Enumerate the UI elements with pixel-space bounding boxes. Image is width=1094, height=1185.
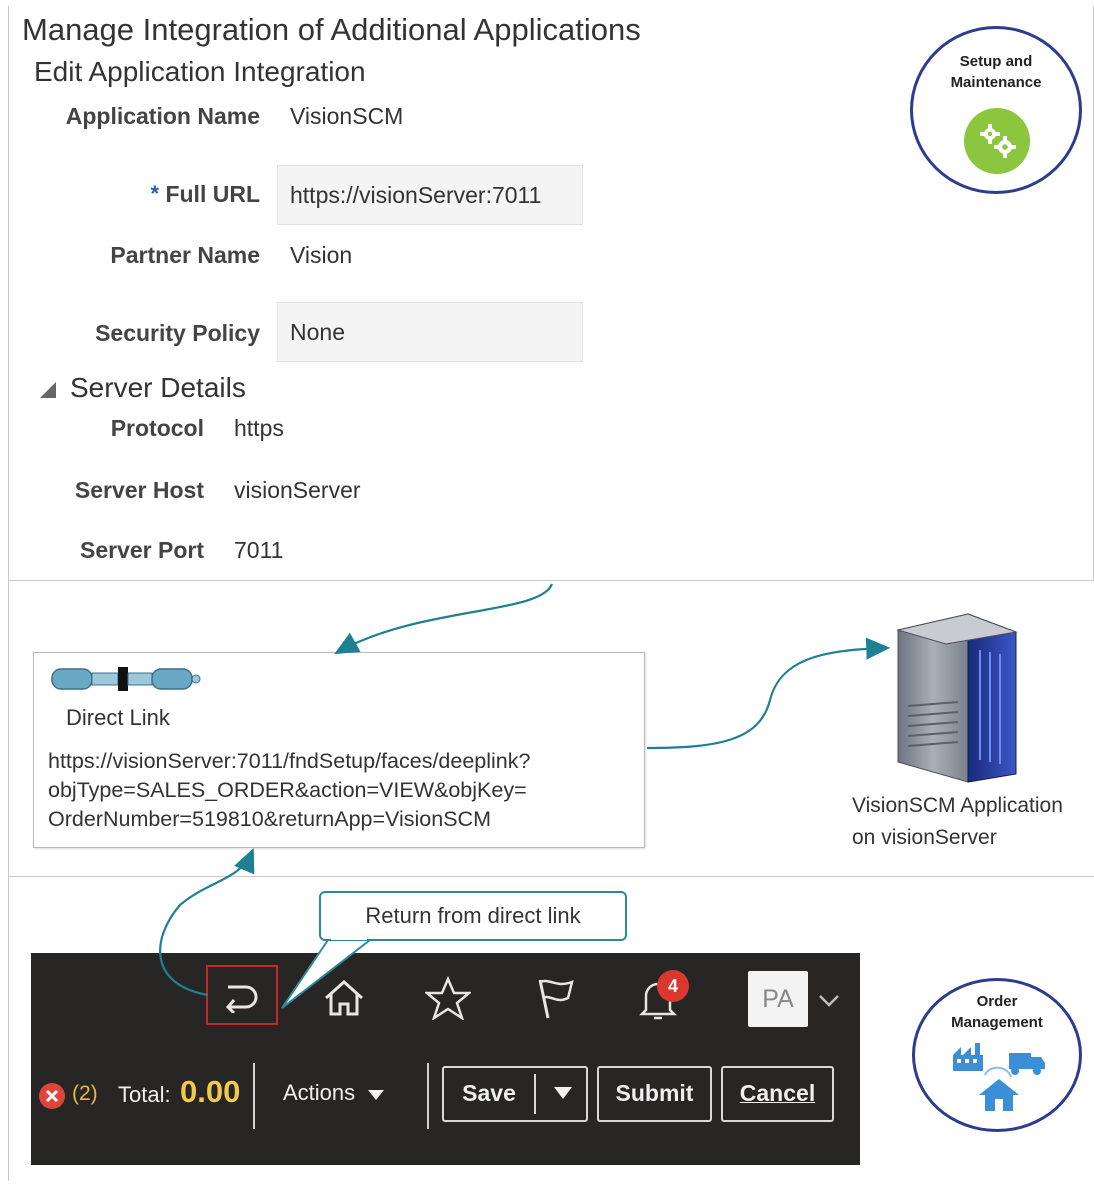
return-from-direct-link-button[interactable]	[206, 965, 278, 1025]
factory-truck-house-icon	[953, 1043, 1045, 1111]
caret-down-icon	[367, 1090, 384, 1100]
server-tower-icon	[896, 613, 1018, 783]
direct-link-box: Direct Link https://visionServer:7011/fn…	[33, 652, 645, 848]
server-port-value: 7011	[234, 537, 284, 563]
error-icon	[39, 1083, 65, 1109]
favorites-star-icon[interactable]	[425, 976, 471, 1020]
section-divider	[8, 876, 1094, 877]
save-options-caret-icon[interactable]	[554, 1087, 572, 1099]
submit-button[interactable]: Submit	[597, 1066, 712, 1122]
partner-name-value: Vision	[290, 242, 353, 268]
direct-link-url-line2: objType=SALES_ORDER&action=VIEW&objKey=	[48, 778, 527, 802]
toolbar-separator	[253, 1063, 255, 1129]
return-icon	[225, 985, 258, 1013]
setup-badge-line2: Maintenance	[950, 74, 1042, 91]
user-avatar[interactable]: PA	[748, 971, 808, 1027]
arrow-form-to-direct-link	[334, 583, 554, 655]
security-policy-label: Security Policy	[95, 320, 260, 346]
server-caption-line1: VisionSCM Application	[852, 794, 1063, 817]
full-url-label: * Full URL	[151, 181, 261, 208]
protocol-label: Protocol	[110, 415, 204, 441]
error-count[interactable]: (2)	[72, 1082, 98, 1106]
total-label: Total:	[118, 1082, 171, 1107]
triangle-down-icon	[40, 382, 56, 398]
gears-icon	[964, 108, 1030, 174]
setup-badge-line1: Setup and	[959, 53, 1033, 70]
actions-menu[interactable]: Actions	[283, 1080, 384, 1106]
direct-link-url-line1: https://visionServer:7011/fndSetup/faces…	[48, 749, 531, 773]
server-caption-line2: on visionServer	[852, 826, 997, 849]
section-title: Edit Application Integration	[34, 56, 366, 87]
server-host-value: visionServer	[234, 477, 361, 503]
save-divider	[534, 1074, 536, 1114]
partner-name-label: Partner Name	[110, 242, 260, 268]
total-value: 0.00	[180, 1074, 241, 1109]
cancel-button[interactable]: Cancel	[721, 1066, 834, 1122]
protocol-value: https	[234, 415, 284, 441]
direct-link-label: Direct Link	[66, 705, 170, 730]
full-url-input[interactable]: https://visionServer:7011	[277, 165, 583, 225]
order-badge-line2: Management	[951, 1014, 1043, 1031]
actions-label: Actions	[283, 1080, 356, 1105]
order-management-badge: Order Management	[912, 978, 1082, 1132]
server-host-label: Server Host	[74, 477, 204, 503]
server-details-title: Server Details	[70, 372, 246, 403]
security-policy-select[interactable]: None	[277, 302, 583, 362]
callout-pointer	[281, 939, 373, 1009]
section-divider-left	[8, 581, 9, 1181]
notification-count-badge: 4	[657, 970, 689, 1002]
server-port-label: Server Port	[79, 537, 204, 563]
chevron-down-icon[interactable]	[818, 994, 840, 1008]
order-badge-line1: Order	[976, 993, 1018, 1010]
save-button-group: Save	[442, 1066, 588, 1122]
save-button[interactable]: Save	[444, 1068, 534, 1118]
application-name-label: Application Name	[65, 103, 260, 129]
arrow-direct-link-to-server	[646, 637, 891, 750]
watchlist-flag-icon[interactable]	[532, 976, 578, 1020]
full-url-label-text: Full URL	[165, 181, 260, 207]
setup-maintenance-badge: Setup and Maintenance	[910, 26, 1082, 194]
callout-pointer-cover	[331, 934, 367, 940]
page-title: Manage Integration of Additional Applica…	[22, 12, 641, 47]
required-mark: *	[150, 181, 160, 206]
direct-link-url-line3: OrderNumber=519810&returnApp=VisionSCM	[48, 807, 491, 831]
toolbar-separator-2	[427, 1063, 429, 1129]
application-name-value: VisionSCM	[290, 103, 404, 129]
cable-connector-icon	[51, 667, 201, 691]
